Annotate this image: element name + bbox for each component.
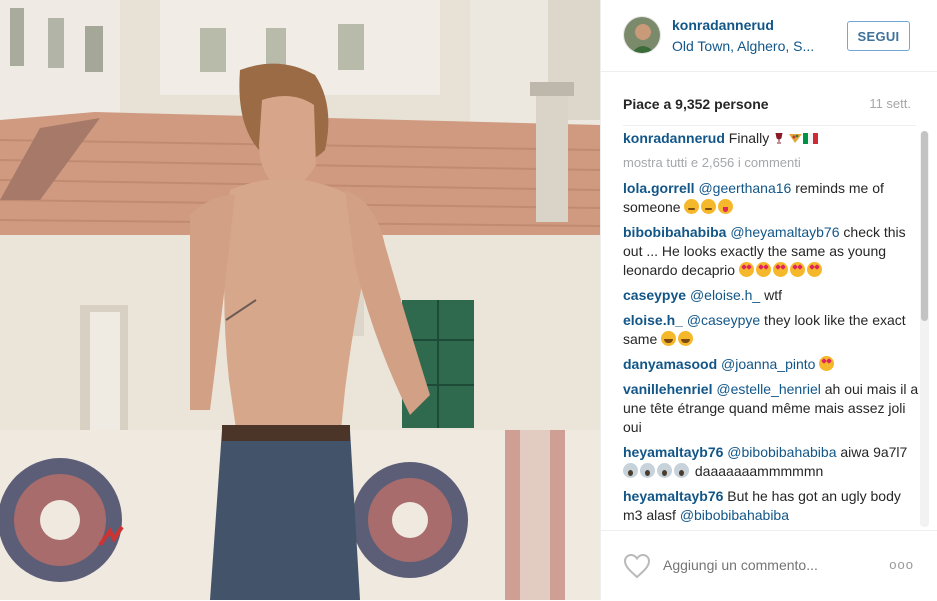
heart-eyes-emoji-icon (755, 262, 771, 277)
photo-illustration (0, 0, 600, 600)
comment-username[interactable]: vanillehenriel (623, 381, 712, 397)
heart-eyes-emoji-icon (806, 262, 822, 277)
comment-text-tail: daaaaaaammmmmn (691, 463, 824, 479)
comment-item: caseypye @eloise.h_ wtf (623, 286, 919, 305)
comment-mention[interactable]: @eloise.h_ (690, 287, 760, 303)
scream-emoji-icon (640, 463, 655, 478)
comment-username[interactable]: lola.gorrell (623, 180, 695, 196)
comments-scrollbar[interactable] (920, 131, 929, 527)
comment-mention[interactable]: @heyamaltayb76 (730, 224, 839, 240)
comment-item: eloise.h_ @caseypye they look like the e… (623, 311, 919, 349)
divider (623, 125, 916, 126)
heart-eyes-emoji-icon (772, 262, 788, 277)
smirk-emoji-icon (701, 199, 717, 214)
comment-mention[interactable]: @bibobibahabiba (727, 444, 836, 460)
comment-item: heyamaltayb76 But he has got an ugly bod… (623, 487, 919, 525)
comment-username[interactable]: caseypye (623, 287, 686, 303)
comment-mention[interactable]: @geerthana16 (698, 180, 791, 196)
post-footer: ooo (601, 530, 937, 601)
add-comment-input[interactable] (663, 557, 863, 573)
heart-eyes-emoji-icon (819, 356, 835, 371)
show-all-comments-link[interactable]: mostra tutti e 2,656 i commenti (623, 154, 919, 171)
caption-text: Finally (728, 130, 770, 146)
instagram-post-modal: konradannerud Old Town, Alghero, S... SE… (0, 0, 937, 600)
heart-eyes-emoji-icon (789, 262, 805, 277)
avatar-image (624, 17, 660, 53)
comment-username[interactable]: bibobibahabiba (623, 224, 726, 240)
comment-item: bibobibahabiba @heyamaltayb76 check this… (623, 223, 919, 280)
post-header: konradannerud Old Town, Alghero, S... SE… (601, 0, 937, 72)
comment-mention[interactable]: @bibobibahabiba (680, 507, 789, 523)
joy-emoji-icon (678, 331, 694, 346)
joy-emoji-icon (661, 331, 677, 346)
post-details-panel: konradannerud Old Town, Alghero, S... SE… (600, 0, 937, 600)
scream-emoji-icon (674, 463, 689, 478)
likes-count[interactable]: Piace a 9,352 persone (623, 96, 769, 112)
avatar[interactable] (623, 16, 661, 54)
comments-list[interactable]: konradannerud Finally mostra tutti e 2,6… (623, 129, 919, 527)
comment-item: heyamaltayb76 @bibobibahabiba aiwa 9a7l7… (623, 443, 919, 481)
post-time-ago[interactable]: 11 sett. (869, 96, 911, 111)
heart-eyes-emoji-icon (738, 262, 754, 277)
comment-username[interactable]: heyamaltayb76 (623, 444, 723, 460)
comment-item: danyamasood @joanna_pinto (623, 355, 919, 374)
scream-emoji-icon (657, 463, 672, 478)
follow-button[interactable]: SEGUI (847, 21, 910, 51)
wine-glass-icon (775, 133, 783, 144)
comment-mention[interactable]: @caseypye (687, 312, 760, 328)
scrollbar-thumb[interactable] (921, 131, 928, 321)
pizza-icon (789, 134, 803, 143)
heart-icon[interactable] (623, 553, 651, 579)
comment-text: wtf (760, 287, 782, 303)
comment-username[interactable]: eloise.h_ (623, 312, 683, 328)
more-options-icon[interactable]: ooo (889, 557, 914, 572)
tongue-emoji-icon (718, 199, 734, 214)
comment-text: aiwa 9a7l7 (836, 444, 908, 460)
smirk-emoji-icon (684, 199, 700, 214)
comment-mention[interactable]: @estelle_henriel (716, 381, 821, 397)
comment-item: vanillehenriel @estelle_henriel ah oui m… (623, 380, 919, 437)
comment-mention[interactable]: @joanna_pinto (721, 356, 815, 372)
comment-item: lola.gorrell @geerthana16 reminds me of … (623, 179, 919, 217)
caption-username[interactable]: konradannerud (623, 130, 725, 146)
post-author-username[interactable]: konradannerud (672, 17, 774, 33)
caption: konradannerud Finally (623, 129, 919, 148)
post-stats: Piace a 9,352 persone 11 sett. (601, 72, 937, 126)
comment-username[interactable]: danyamasood (623, 356, 717, 372)
post-location-link[interactable]: Old Town, Alghero, S... (672, 38, 832, 54)
post-photo[interactable] (0, 0, 600, 600)
scream-emoji-icon (623, 463, 638, 478)
comment-username[interactable]: heyamaltayb76 (623, 488, 723, 504)
italy-flag-icon (803, 133, 819, 144)
